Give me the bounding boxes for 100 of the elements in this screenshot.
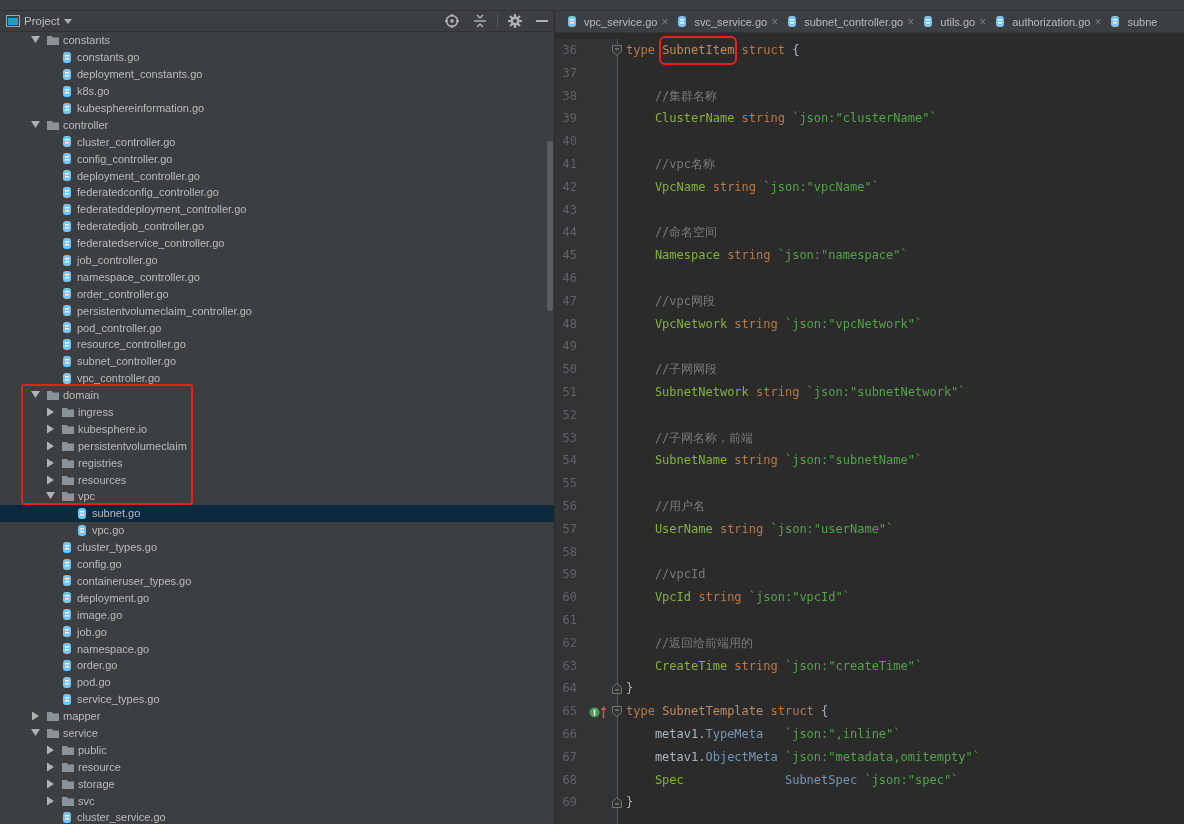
tree-item[interactable]: pod.go [0, 673, 554, 691]
tree-item[interactable]: job.go [0, 623, 554, 641]
expanded-arrow-icon[interactable] [46, 491, 56, 502]
folder-icon [62, 744, 74, 755]
tree-item[interactable]: vpc [0, 488, 554, 505]
folder-icon [62, 761, 74, 772]
expanded-arrow-icon[interactable] [31, 727, 41, 738]
code-line: //返回给前端用的 [653, 634, 755, 652]
file-icon [62, 371, 72, 385]
tree-item[interactable]: storage [0, 775, 554, 793]
expanded-arrow-icon[interactable] [31, 119, 41, 130]
tree-item[interactable]: image.go [0, 606, 554, 624]
editor-tab[interactable]: subnet_controller.go × [783, 11, 920, 32]
file-icon [62, 135, 72, 149]
tree-item[interactable]: federatedjob_controller.go [0, 217, 554, 235]
fold-marker-icon[interactable] [612, 706, 622, 717]
tree-item[interactable]: k8s.go [0, 82, 554, 100]
code-line: } [626, 680, 635, 698]
collapsed-arrow-icon[interactable] [46, 795, 56, 806]
tree-item[interactable]: kubesphere.io [0, 420, 554, 438]
tree-item[interactable]: deployment.go [0, 589, 554, 607]
tree-item[interactable]: service [0, 724, 554, 742]
collapsed-arrow-icon[interactable] [46, 407, 56, 418]
code-line: ClusterName string `json:"clusterName"` [653, 110, 938, 128]
tree-item[interactable]: vpc_controller.go [0, 369, 554, 387]
tree-item[interactable]: registries [0, 454, 554, 472]
code-line: type SubnetTemplate struct { [626, 703, 830, 721]
tree-item[interactable]: federatedservice_controller.go [0, 234, 554, 252]
tree-item[interactable]: cluster_controller.go [0, 133, 554, 151]
editor-tab[interactable]: utils.go × [919, 11, 992, 32]
collapsed-arrow-icon[interactable] [46, 761, 56, 772]
fold-marker-icon[interactable] [612, 797, 622, 809]
file-icon [77, 523, 87, 537]
file-icon [62, 810, 72, 824]
fold-marker-icon[interactable] [612, 683, 622, 695]
panel-title[interactable]: Project [24, 15, 60, 27]
tree-item[interactable]: kubesphereinformation.go [0, 99, 554, 117]
tree-item[interactable]: namespace.go [0, 640, 554, 657]
collapsed-arrow-icon[interactable] [46, 778, 56, 789]
dropdown-caret-icon[interactable] [63, 18, 72, 24]
tree-item[interactable]: job_controller.go [0, 251, 554, 269]
tree-item[interactable]: federateddeployment_controller.go [0, 200, 554, 218]
tree-item[interactable]: persistentvolumeclaim_controller.go [0, 302, 554, 320]
tree-item[interactable]: pod_controller.go [0, 319, 554, 337]
code-line: //vpc名称 [653, 156, 716, 173]
tree-item[interactable]: cluster_types.go [0, 538, 554, 556]
tree-item[interactable]: namespace_controller.go [0, 268, 554, 286]
tree-item[interactable]: constants [0, 32, 554, 49]
tree-item[interactable]: config_controller.go [0, 150, 554, 168]
folder-icon [62, 491, 74, 502]
tree-item[interactable]: subnet.go [0, 504, 554, 522]
tree-item[interactable]: svc [0, 792, 554, 809]
tree-item[interactable]: config.go [0, 555, 554, 573]
file-icon [62, 574, 72, 588]
collapse-all-icon[interactable] [473, 14, 487, 28]
collapsed-arrow-icon[interactable] [46, 423, 56, 434]
tree-item[interactable]: persistentvolumeclaim [0, 437, 554, 455]
tree-item[interactable]: constants.go [0, 48, 554, 66]
tree-item[interactable]: vpc.go [0, 521, 554, 539]
tree-item[interactable]: containeruser_types.go [0, 572, 554, 590]
tree-item[interactable]: subnet_controller.go [0, 352, 554, 370]
tree-item[interactable]: order_controller.go [0, 285, 554, 303]
tree-item[interactable]: public [0, 741, 554, 759]
editor-tab[interactable]: authorization.go × [991, 11, 1107, 32]
settings-icon[interactable] [508, 14, 522, 28]
collapsed-arrow-icon[interactable] [46, 744, 56, 755]
editor-tab[interactable]: vpc_service.go × [563, 11, 674, 32]
file-icon [62, 84, 72, 98]
collapsed-arrow-icon[interactable] [46, 440, 56, 451]
locate-icon[interactable] [445, 14, 459, 28]
fold-marker-icon[interactable] [612, 44, 622, 56]
expanded-arrow-icon[interactable] [31, 35, 41, 46]
file-icon [62, 675, 72, 689]
collapsed-arrow-icon[interactable] [46, 457, 56, 468]
file-icon [62, 608, 72, 622]
tree-item[interactable]: resource [0, 758, 554, 776]
tree-item[interactable]: federatedconfig_controller.go [0, 184, 554, 201]
tree-item[interactable]: resource_controller.go [0, 336, 554, 353]
collapsed-arrow-icon[interactable] [46, 474, 56, 485]
tree-item[interactable]: deployment_controller.go [0, 167, 554, 184]
implements-arrow-icon[interactable] [588, 704, 607, 719]
tree-item[interactable]: mapper [0, 707, 554, 725]
file-icon [62, 658, 72, 672]
expanded-arrow-icon[interactable] [31, 390, 41, 401]
tree-item[interactable]: domain [0, 386, 554, 404]
scrollbar[interactable] [547, 141, 553, 311]
editor-tab[interactable]: subne [1106, 11, 1163, 32]
tree-item[interactable]: service_types.go [0, 690, 554, 708]
tree-item[interactable]: controller [0, 116, 554, 134]
tree-item[interactable]: order.go [0, 656, 554, 674]
project-window-icon[interactable] [6, 15, 20, 27]
collapsed-arrow-icon[interactable] [31, 711, 41, 722]
tree-item[interactable]: deployment_constants.go [0, 65, 554, 83]
tree-item[interactable]: resources [0, 471, 554, 489]
file-icon [677, 15, 688, 28]
code-line: //vpc网段 [653, 292, 716, 310]
file-icon [62, 287, 72, 301]
tree-item[interactable]: ingress [0, 403, 554, 421]
tree-item[interactable]: cluster_service.go [0, 808, 554, 824]
editor-tab[interactable]: svc_service.go × [673, 11, 784, 32]
